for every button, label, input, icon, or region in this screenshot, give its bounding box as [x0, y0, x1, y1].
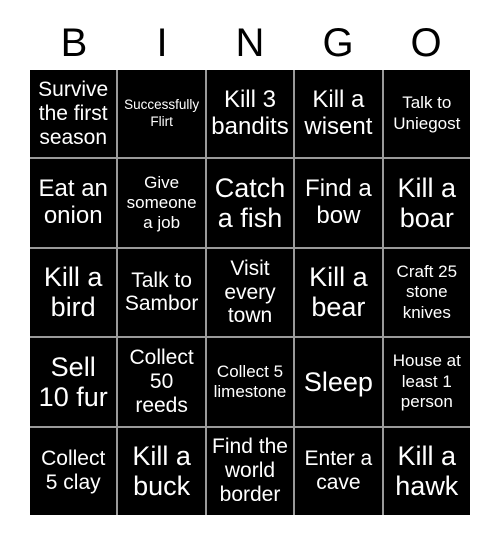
bingo-cell[interactable]: Visit every town: [206, 248, 294, 337]
bingo-cell-label: Successfully Flirt: [124, 96, 200, 129]
bingo-header: B I N G O: [30, 18, 470, 68]
bingo-cell-label: Eat an onion: [38, 175, 108, 230]
bingo-cell[interactable]: Enter a cave: [295, 427, 382, 515]
bingo-cell-label: Collect 5 limestone: [213, 361, 287, 401]
bingo-cell-label: Kill a wisent: [304, 85, 373, 140]
bingo-cell-label: Give someone a job: [126, 172, 197, 233]
bingo-cell-label: Survive the first season: [38, 77, 109, 149]
bingo-cell-label: Kill a bear: [309, 262, 368, 323]
bingo-cell-label: Kill a boar: [397, 172, 457, 234]
bingo-cell[interactable]: House at least 1 person: [383, 338, 470, 426]
bingo-cell[interactable]: Craft 25 stone knives: [383, 248, 470, 337]
bingo-cell[interactable]: Sleep: [295, 338, 382, 426]
bingo-cell[interactable]: Kill a buck: [118, 427, 205, 515]
bingo-cell[interactable]: Kill a hawk: [383, 427, 470, 515]
bingo-cell-label: Collect 50 reeds: [129, 345, 194, 417]
bingo-cell[interactable]: Give someone a job: [118, 159, 205, 247]
bingo-cell[interactable]: Kill a bear: [295, 248, 382, 337]
bingo-cell[interactable]: Eat an onion: [30, 159, 117, 247]
bingo-cell[interactable]: Kill a wisent: [295, 70, 382, 158]
bingo-cell-label: House at least 1 person: [392, 351, 461, 412]
bingo-cell-label: Kill 3 bandits: [211, 85, 289, 140]
bingo-cell-label: Kill a bird: [43, 262, 103, 323]
bingo-cell-label: Talk to Sambor: [124, 268, 199, 316]
header-letter-b: B: [60, 21, 88, 65]
bingo-cell[interactable]: Find the world border: [206, 427, 294, 515]
header-letter-i: I: [156, 21, 168, 65]
bingo-cell-label: Collect 5 clay: [41, 447, 106, 495]
header-letter-g: G: [322, 21, 354, 65]
bingo-cell[interactable]: Collect 5 clay: [30, 427, 117, 515]
bingo-cell-label: Enter a cave: [304, 447, 373, 495]
bingo-cell[interactable]: Catch a fish: [206, 159, 294, 247]
bingo-cell[interactable]: Sell 10 fur: [30, 338, 117, 426]
bingo-cell[interactable]: Collect 5 limestone: [206, 338, 294, 426]
header-letter-n: N: [235, 21, 265, 65]
bingo-cell-label: Visit every town: [224, 256, 276, 328]
bingo-cell-label: Craft 25 stone knives: [396, 261, 458, 322]
bingo-cell-label: Sleep: [303, 366, 373, 397]
bingo-cell[interactable]: Survive the first season: [30, 70, 117, 158]
bingo-card: B I N G O Survive the first season Succes…: [0, 0, 500, 544]
bingo-cell-label: Sell 10 fur: [38, 351, 108, 412]
bingo-cell-label: Talk to Uniegost: [393, 93, 461, 133]
bingo-cell[interactable]: Kill a boar: [383, 159, 470, 247]
bingo-cell-label: Find a bow: [305, 175, 372, 230]
bingo-cell[interactable]: Find a bow: [295, 159, 382, 247]
bingo-cell[interactable]: Talk to Sambor: [118, 248, 205, 337]
header-letter-o: O: [410, 21, 442, 65]
bingo-cell[interactable]: Kill 3 bandits: [206, 70, 294, 158]
bingo-cell[interactable]: Successfully Flirt: [118, 70, 205, 158]
bingo-cell-label: Catch a fish: [214, 172, 286, 234]
bingo-cell-label: Kill a buck: [132, 441, 191, 502]
bingo-cell[interactable]: Talk to Uniegost: [383, 70, 470, 158]
bingo-cell[interactable]: Collect 50 reeds: [118, 338, 205, 426]
bingo-cell-label: Kill a hawk: [395, 441, 459, 502]
bingo-grid: Survive the first season Successfully Fli…: [30, 70, 470, 515]
bingo-cell[interactable]: Kill a bird: [30, 248, 117, 337]
bingo-cell-label: Find the world border: [212, 435, 288, 507]
